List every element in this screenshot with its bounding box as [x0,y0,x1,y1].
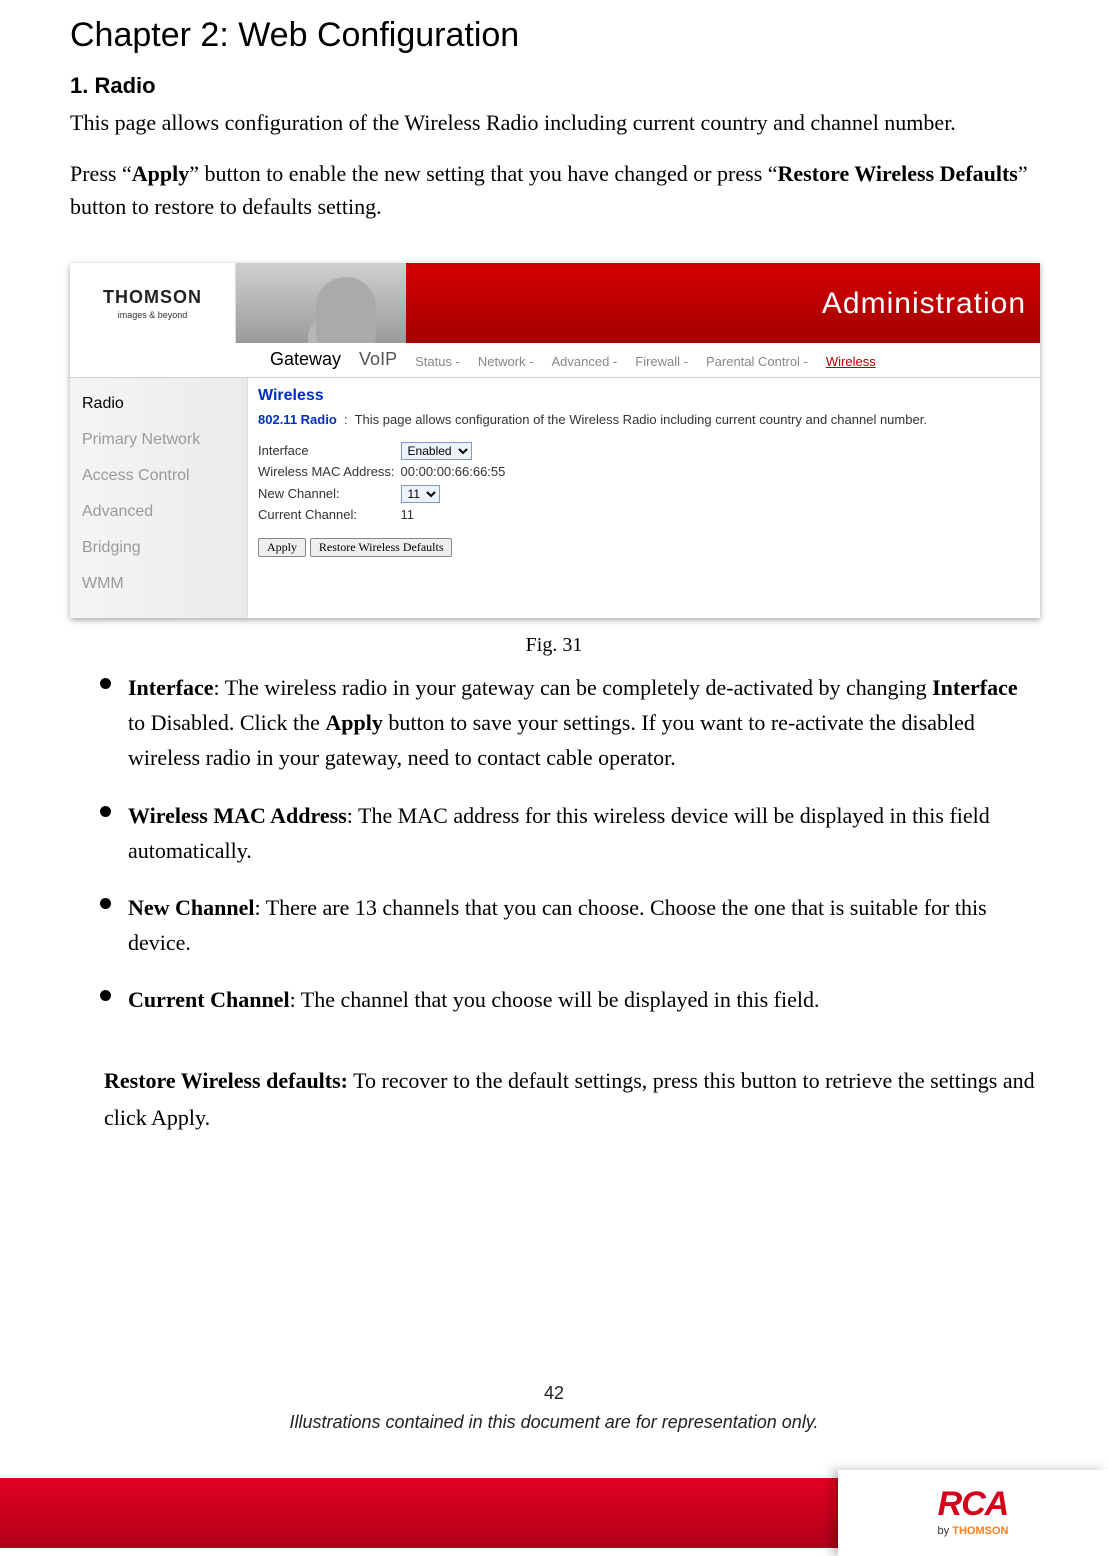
rca-logo: RCA [938,1487,1009,1521]
text: : The channel that you choose will be di… [290,987,820,1012]
page-subheading: 802.11 Radio : This page allows configur… [258,410,1030,430]
restore-note: Restore Wireless defaults: To recover to… [70,1058,1038,1137]
by-prefix: by [938,1525,953,1537]
tab-network[interactable]: Network - [478,352,534,378]
banner-title: Administration [406,263,1040,343]
interface-select[interactable]: Enabled [401,442,472,460]
restore-button[interactable]: Restore Wireless Defaults [310,538,453,557]
mac-label: Wireless MAC Address: [258,461,401,483]
tab-parental[interactable]: Parental Control - [706,352,808,378]
page-footer: 42 Illustrations contained in this docum… [0,1380,1108,1436]
page-number: 42 [0,1380,1108,1407]
curch-label: Current Channel: [258,504,401,526]
logo-text: THOMSON [103,284,202,311]
footer-bar: RCA by THOMSON [0,1470,1108,1556]
sidebar-item-primary-network[interactable]: Primary Network [82,422,247,458]
sidebar: Radio Primary Network Access Control Adv… [70,378,248,618]
curch-value: 11 [401,504,512,526]
text: : The wireless radio in your gateway can… [214,675,933,700]
apply-bold: Apply [325,710,382,735]
tab-status[interactable]: Status - [415,352,460,378]
page-sublabel: 802.11 Radio [258,412,337,427]
disclaimer: Illustrations contained in this document… [290,1412,819,1432]
thomson-logo: THOMSON images & beyond [70,263,236,343]
section-title: 1. Radio [70,69,1038,102]
text: ” button to enable the new setting that … [189,161,777,186]
logo-tagline: images & beyond [118,309,188,323]
text: to Disabled. Click the [128,710,325,735]
banner-photo [236,263,406,343]
tab-wireless[interactable]: Wireless [826,352,876,378]
tab-bar: Gateway VoIP Status - Network - Advanced… [70,343,1040,378]
tab-gateway[interactable]: Gateway [270,346,341,377]
text: : There are 13 channels that you can cho… [128,895,987,955]
intro-paragraph: This page allows configuration of the Wi… [70,106,1038,139]
press-paragraph: Press “Apply” button to enable the new s… [70,157,1038,223]
embedded-screenshot: THOMSON images & beyond Administration G… [70,263,1040,618]
restore-label: Restore Wireless defaults: [104,1068,348,1093]
bullet-new-channel: New Channel: There are 13 channels that … [100,886,1038,978]
main-panel: Wireless 802.11 Radio : This page allows… [248,378,1040,618]
tab-firewall[interactable]: Firewall - [635,352,688,378]
page-subtext: This page allows configuration of the Wi… [355,412,927,427]
chapter-title: Chapter 2: Web Configuration [70,10,1038,61]
newch-label: New Channel: [258,483,401,505]
mac-value: 00:00:00:66:66:55 [401,461,512,483]
text: Press “ [70,161,132,186]
interface-label: Interface [258,440,401,462]
tab-advanced[interactable]: Advanced - [552,352,618,378]
by-brand: THOMSON [952,1525,1008,1537]
sidebar-item-wmm[interactable]: WMM [82,566,247,602]
page-heading: Wireless [258,384,1030,408]
figure-caption: Fig. 31 [70,630,1038,660]
tab-voip[interactable]: VoIP [359,346,397,377]
newch-select[interactable]: 11 [401,485,440,503]
bullet-interface: Interface: The wireless radio in your ga… [100,666,1038,794]
bullet-label: Current Channel [128,987,290,1012]
rca-byline: by THOMSON [938,1523,1009,1540]
bullet-label: New Channel [128,895,255,920]
sidebar-item-access-control[interactable]: Access Control [82,458,247,494]
apply-button[interactable]: Apply [258,538,306,557]
sidebar-item-radio[interactable]: Radio [82,386,247,422]
settings-form: Interface Enabled Wireless MAC Address: … [258,440,511,526]
restore-bold: Restore Wireless Defaults [778,161,1018,186]
footer-red-bar [0,1478,838,1548]
bullet-current-channel: Current Channel: The channel that you ch… [100,978,1038,1035]
bullet-mac: Wireless MAC Address: The MAC address fo… [100,794,1038,886]
apply-bold: Apply [132,161,189,186]
bullet-bold: Interface [932,675,1018,700]
sidebar-item-advanced[interactable]: Advanced [82,494,247,530]
bullet-label: Interface [128,675,214,700]
footer-logo-box: RCA by THOMSON [838,1470,1108,1556]
sidebar-item-bridging[interactable]: Bridging [82,530,247,566]
bullet-list: Interface: The wireless radio in your ga… [70,666,1038,1036]
bullet-label: Wireless MAC Address [128,803,347,828]
